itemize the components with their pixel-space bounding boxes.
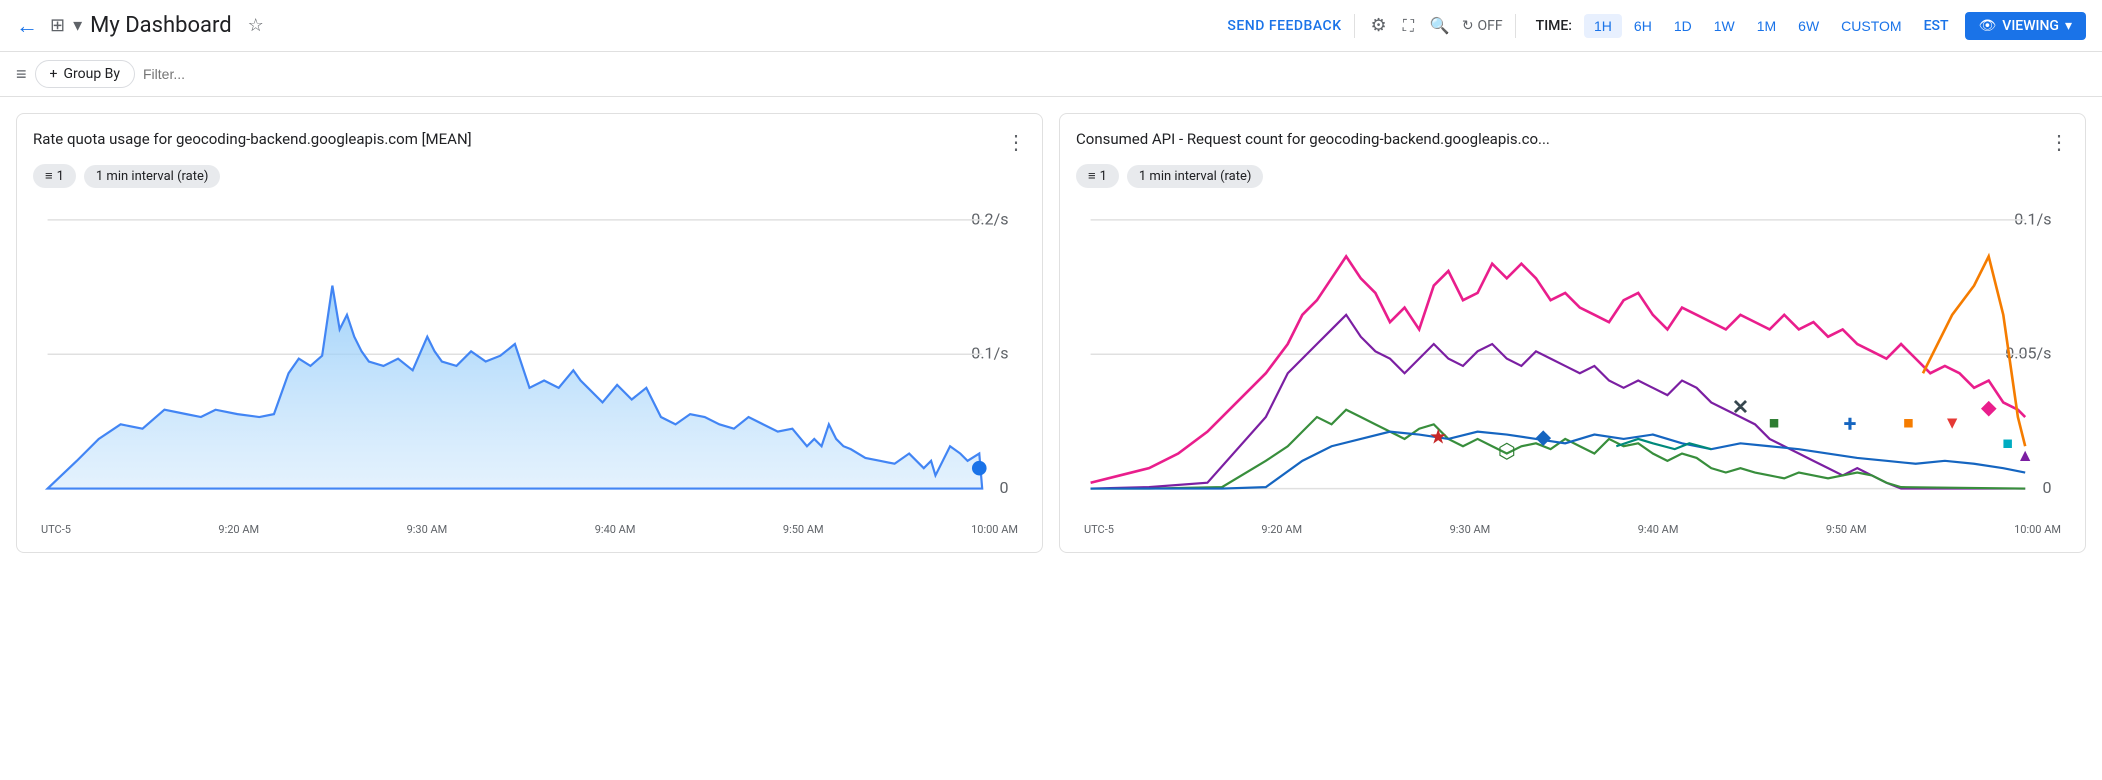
svg-text:✕: ✕	[1732, 395, 1749, 419]
filter-count-2: 1	[1100, 169, 1107, 184]
main-content: Rate quota usage for geocoding-backend.g…	[0, 97, 2102, 569]
divider	[1354, 14, 1355, 38]
group-by-button[interactable]: + Group By	[35, 60, 135, 88]
chart-card-2: Consumed API - Request count for geocodi…	[1059, 113, 2086, 553]
chart-2-interval-chip[interactable]: 1 min interval (rate)	[1127, 165, 1264, 188]
send-feedback-button[interactable]: SEND FEEDBACK	[1227, 18, 1341, 34]
svg-text:⬡: ⬡	[1498, 439, 1516, 463]
chart-1-menu[interactable]: ⋮	[1006, 130, 1026, 154]
chart-2-header: Consumed API - Request count for geocodi…	[1076, 130, 2069, 154]
time-custom-button[interactable]: CUSTOM	[1831, 14, 1911, 38]
chart-1-filter-chip[interactable]: ≡ 1	[33, 164, 76, 188]
time-6w-button[interactable]: 6W	[1788, 14, 1829, 38]
time-label: TIME:	[1536, 18, 1572, 34]
chart-1-x-labels: UTC-5 9:20 AM 9:30 AM 9:40 AM 9:50 AM 10…	[33, 519, 1026, 536]
toolbar: ≡ + Group By	[0, 52, 2102, 97]
time-1h-button[interactable]: 1H	[1584, 14, 1622, 38]
lines-icon: ≡	[45, 168, 53, 184]
chart-2-menu[interactable]: ⋮	[2049, 130, 2069, 154]
chart-1-title: Rate quota usage for geocoding-backend.g…	[33, 130, 472, 148]
svg-text:+: +	[1844, 410, 1857, 438]
settings-icon[interactable]: ⚙	[1367, 11, 1391, 40]
chart-2-title: Consumed API - Request count for geocodi…	[1076, 130, 1550, 148]
refresh-button[interactable]: ↻ OFF	[1462, 18, 1503, 34]
star-icon[interactable]: ☆	[248, 15, 264, 36]
divider2	[1515, 14, 1516, 38]
svg-text:0.05/s: 0.05/s	[2005, 344, 2051, 363]
svg-text:◆: ◆	[1535, 424, 1551, 448]
svg-text:0.2/s: 0.2/s	[971, 209, 1008, 228]
svg-text:0: 0	[999, 478, 1008, 497]
svg-text:0: 0	[2042, 478, 2051, 497]
chart-2-filters: ≡ 1 1 min interval (rate)	[1076, 164, 2069, 188]
chart-1-interval-chip[interactable]: 1 min interval (rate)	[84, 165, 221, 188]
back-button[interactable]: ←	[16, 13, 38, 39]
svg-text:◆: ◆	[1981, 395, 1997, 419]
svg-text:■: ■	[1769, 414, 1780, 434]
time-buttons: 1H 6H 1D 1W 1M 6W CUSTOM	[1584, 14, 1912, 38]
interval-label-2: 1 min interval (rate)	[1139, 169, 1252, 184]
lines-icon-2: ≡	[1088, 168, 1096, 184]
viewing-button[interactable]: 👁 VIEWING ▾	[1965, 12, 2086, 40]
interval-label: 1 min interval (rate)	[96, 169, 209, 184]
chart-2-area: 0.1/s 0.05/s 0	[1076, 198, 2069, 536]
plus-icon: +	[50, 66, 58, 82]
group-by-label: Group By	[63, 66, 120, 82]
svg-text:▼: ▼	[1944, 414, 1961, 434]
grid-icon[interactable]: ⊞	[50, 15, 65, 36]
time-1m-button[interactable]: 1M	[1747, 14, 1786, 38]
viewing-dropdown-icon: ▾	[2065, 18, 2072, 34]
svg-text:★: ★	[1429, 424, 1447, 448]
chart-2-filter-chip[interactable]: ≡ 1	[1076, 164, 1119, 188]
header: ← ⊞ ▾ My Dashboard ☆ SEND FEEDBACK ⚙ ⛶ 🔍…	[0, 0, 2102, 52]
viewing-label: VIEWING	[2002, 18, 2059, 34]
time-1w-button[interactable]: 1W	[1704, 14, 1745, 38]
svg-text:■: ■	[1903, 414, 1914, 434]
svg-text:■: ■	[2002, 434, 2013, 454]
eye-icon: 👁	[1979, 18, 1997, 34]
filter-count: 1	[57, 169, 64, 184]
menu-icon[interactable]: ≡	[16, 64, 27, 85]
refresh-icon: ↻	[1462, 18, 1474, 34]
chart-1-filters: ≡ 1 1 min interval (rate)	[33, 164, 1026, 188]
fullscreen-icon[interactable]: ⛶	[1399, 12, 1418, 40]
time-6h-button[interactable]: 6H	[1624, 14, 1662, 38]
chart-2-x-labels: UTC-5 9:20 AM 9:30 AM 9:40 AM 9:50 AM 10…	[1076, 519, 2069, 536]
chart-1-header: Rate quota usage for geocoding-backend.g…	[33, 130, 1026, 154]
svg-text:0.1/s: 0.1/s	[971, 344, 1008, 363]
chart-1-area: 0.2/s 0.1/s 0 U	[33, 198, 1026, 536]
refresh-label: OFF	[1478, 18, 1503, 34]
svg-text:▲: ▲	[2017, 446, 2034, 466]
search-icon[interactable]: 🔍	[1426, 12, 1454, 39]
dropdown-icon[interactable]: ▾	[73, 15, 82, 36]
chart-card-1: Rate quota usage for geocoding-backend.g…	[16, 113, 1043, 553]
filter-input[interactable]	[143, 66, 2086, 82]
time-1d-button[interactable]: 1D	[1664, 14, 1702, 38]
svg-text:0.1/s: 0.1/s	[2014, 209, 2051, 228]
chart-1-svg: 0.2/s 0.1/s 0	[33, 198, 1026, 519]
timezone-button[interactable]: EST	[1924, 18, 1949, 34]
page-title: My Dashboard	[90, 13, 231, 38]
chart-2-svg: 0.1/s 0.05/s 0	[1076, 198, 2069, 519]
